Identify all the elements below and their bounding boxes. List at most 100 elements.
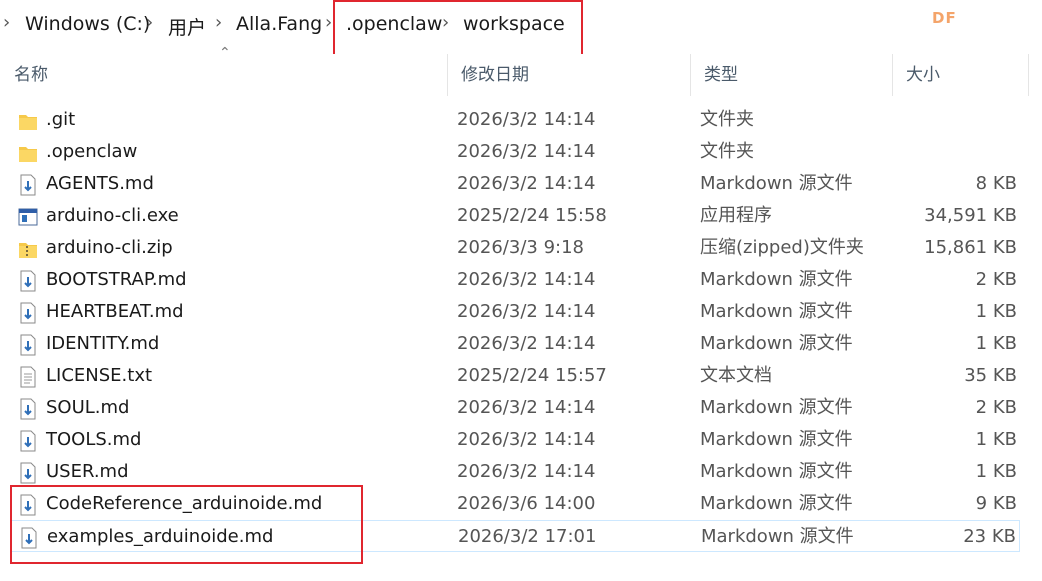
- breadcrumb-openclaw[interactable]: .openclaw: [346, 13, 442, 35]
- file-row[interactable]: IDENTITY.md 2026/3/2 14:14 Markdown 源文件 …: [10, 328, 1020, 360]
- markdown-file-icon: [20, 462, 36, 484]
- zip-folder-icon: [19, 243, 37, 258]
- file-date: 2026/3/3 9:18: [457, 237, 584, 258]
- file-type: Markdown 源文件: [700, 333, 853, 354]
- file-name: examples_arduinoide.md: [47, 526, 274, 547]
- file-name: BOOTSTRAP.md: [46, 269, 187, 290]
- markdown-file-icon: [20, 174, 36, 196]
- file-date: 2026/3/6 14:00: [457, 493, 596, 514]
- file-size: 8 KB: [975, 173, 1017, 194]
- file-name: LICENSE.txt: [46, 365, 153, 386]
- file-type: 应用程序: [700, 205, 772, 226]
- markdown-file-icon: [20, 494, 36, 516]
- file-type: Markdown 源文件: [700, 173, 853, 194]
- markdown-file-icon: [20, 430, 36, 452]
- file-name: AGENTS.md: [46, 173, 154, 194]
- breadcrumb-user[interactable]: Alla.Fang: [236, 13, 322, 35]
- file-name: arduino-cli.exe: [46, 205, 179, 226]
- breadcrumb-drive[interactable]: Windows (C:): [25, 13, 150, 35]
- column-header-size[interactable]: 大小: [892, 54, 1028, 96]
- file-size: 23 KB: [963, 526, 1016, 547]
- file-name: IDENTITY.md: [46, 333, 160, 354]
- file-date: 2026/3/2 14:14: [457, 333, 596, 354]
- file-type: Markdown 源文件: [700, 461, 853, 482]
- file-row-selected[interactable]: examples_arduinoide.md 2026/3/2 17:01 Ma…: [10, 520, 1020, 552]
- address-bar[interactable]: › Windows (C:) › 用户 › Alla.Fang › .openc…: [0, 0, 1042, 57]
- file-date: 2025/2/24 15:57: [457, 365, 607, 386]
- file-type: Markdown 源文件: [700, 269, 853, 290]
- file-row[interactable]: USER.md 2026/3/2 14:14 Markdown 源文件 1 KB: [10, 456, 1020, 488]
- watermark-logo: DF: [932, 9, 957, 27]
- markdown-file-icon: [20, 398, 36, 420]
- text-file-icon: [20, 366, 36, 388]
- file-row[interactable]: SOUL.md 2026/3/2 14:14 Markdown 源文件 2 KB: [10, 392, 1020, 424]
- file-row[interactable]: .git 2026/3/2 14:14 文件夹: [10, 104, 1020, 136]
- file-date: 2026/3/2 14:14: [457, 269, 596, 290]
- column-header-date[interactable]: 修改日期: [447, 54, 690, 96]
- file-row[interactable]: BOOTSTRAP.md 2026/3/2 14:14 Markdown 源文件…: [10, 264, 1020, 296]
- file-size: 1 KB: [975, 333, 1017, 354]
- file-name: CodeReference_arduinoide.md: [46, 493, 323, 514]
- markdown-file-icon: [20, 334, 36, 356]
- file-type: 文件夹: [700, 109, 754, 130]
- file-date: 2026/3/2 14:14: [457, 461, 596, 482]
- file-row[interactable]: CodeReference_arduinoide.md 2026/3/6 14:…: [10, 488, 1020, 520]
- file-type: Markdown 源文件: [700, 301, 853, 322]
- file-row[interactable]: AGENTS.md 2026/3/2 14:14 Markdown 源文件 8 …: [10, 168, 1020, 200]
- file-size: 35 KB: [964, 365, 1017, 386]
- file-size: 1 KB: [975, 429, 1017, 450]
- file-name: SOUL.md: [46, 397, 130, 418]
- file-row[interactable]: HEARTBEAT.md 2026/3/2 14:14 Markdown 源文件…: [10, 296, 1020, 328]
- exe-file-icon: [18, 208, 38, 226]
- file-type: 压缩(zipped)文件夹: [700, 237, 864, 258]
- file-size: 2 KB: [975, 397, 1017, 418]
- file-date: 2026/3/2 14:14: [457, 429, 596, 450]
- file-date: 2026/3/2 14:14: [457, 141, 596, 162]
- file-date: 2026/3/2 14:14: [457, 397, 596, 418]
- file-row[interactable]: arduino-cli.zip 2026/3/3 9:18 压缩(zipped)…: [10, 232, 1020, 264]
- file-name: USER.md: [46, 461, 129, 482]
- file-size: 1 KB: [975, 461, 1017, 482]
- file-date: 2026/3/2 14:14: [457, 173, 596, 194]
- breadcrumb-workspace[interactable]: workspace: [463, 13, 565, 35]
- file-date: 2025/2/24 15:58: [457, 205, 607, 226]
- file-size: 2 KB: [975, 269, 1017, 290]
- file-row[interactable]: TOOLS.md 2026/3/2 14:14 Markdown 源文件 1 K…: [10, 424, 1020, 456]
- column-header-name[interactable]: 名称: [0, 54, 447, 96]
- file-type: Markdown 源文件: [700, 493, 853, 514]
- file-name: HEARTBEAT.md: [46, 301, 184, 322]
- markdown-file-icon: [20, 270, 36, 292]
- file-type: Markdown 源文件: [700, 397, 853, 418]
- file-type: 文本文档: [700, 365, 772, 386]
- file-date: 2026/3/2 14:14: [457, 301, 596, 322]
- column-divider[interactable]: [1028, 54, 1029, 96]
- column-header-type[interactable]: 类型: [690, 54, 892, 96]
- file-date: 2026/3/2 17:01: [458, 526, 597, 547]
- file-name: arduino-cli.zip: [46, 237, 173, 258]
- chevron-right-icon[interactable]: ›: [215, 12, 222, 33]
- folder-icon: [19, 147, 37, 162]
- file-type: 文件夹: [700, 141, 754, 162]
- file-type: Markdown 源文件: [701, 526, 854, 547]
- file-name: TOOLS.md: [46, 429, 142, 450]
- file-name: .git: [46, 109, 76, 130]
- markdown-file-icon: [21, 527, 37, 549]
- file-explorer-window: › Windows (C:) › 用户 › Alla.Fang › .openc…: [0, 0, 1042, 581]
- column-header-row: ⌃ 名称 修改日期 类型 大小: [0, 45, 1042, 96]
- chevron-right-icon[interactable]: ›: [325, 12, 332, 33]
- chevron-right-icon[interactable]: ›: [442, 12, 449, 33]
- chevron-right-icon[interactable]: ›: [146, 12, 153, 33]
- folder-icon: [19, 115, 37, 130]
- file-date: 2026/3/2 14:14: [457, 109, 596, 130]
- breadcrumb-users[interactable]: 用户: [168, 13, 206, 40]
- file-name: .openclaw: [46, 141, 138, 162]
- file-row[interactable]: .openclaw 2026/3/2 14:14 文件夹: [10, 136, 1020, 168]
- markdown-file-icon: [20, 302, 36, 324]
- file-row[interactable]: LICENSE.txt 2025/2/24 15:57 文本文档 35 KB: [10, 360, 1020, 392]
- file-size: 34,591 KB: [924, 205, 1017, 226]
- chevron-right-icon[interactable]: ›: [3, 12, 10, 33]
- file-size: 1 KB: [975, 301, 1017, 322]
- file-size: 9 KB: [975, 493, 1017, 514]
- file-size: 15,861 KB: [924, 237, 1017, 258]
- file-row[interactable]: arduino-cli.exe 2025/2/24 15:58 应用程序 34,…: [10, 200, 1020, 232]
